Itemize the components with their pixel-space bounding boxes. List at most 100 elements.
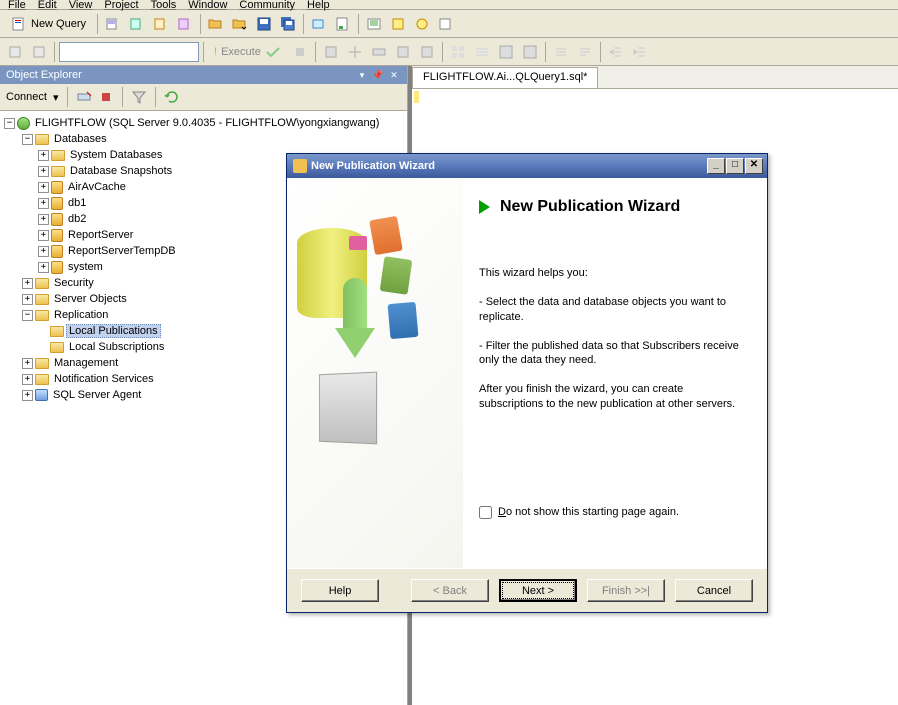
- tree-toggle[interactable]: −: [4, 118, 15, 129]
- tb2-btn-10[interactable]: [495, 41, 517, 63]
- outdent-button[interactable]: [629, 41, 651, 63]
- tree-toggle[interactable]: −: [22, 310, 33, 321]
- tree-system-databases[interactable]: System Databases: [67, 148, 165, 162]
- menu-help[interactable]: Help: [307, 0, 330, 11]
- wizard-intro-text: This wizard helps you:: [479, 266, 749, 281]
- minimize-button[interactable]: _: [707, 158, 725, 174]
- tree-toggle[interactable]: +: [38, 246, 49, 257]
- tb2-btn-5[interactable]: [368, 41, 390, 63]
- tb2-btn-13[interactable]: [574, 41, 596, 63]
- new-query-button[interactable]: New Query: [4, 13, 93, 35]
- tree-security[interactable]: Security: [51, 276, 97, 290]
- tree-reportservertemp[interactable]: ReportServerTempDB: [65, 244, 179, 258]
- tree-toggle[interactable]: +: [22, 358, 33, 369]
- tree-toggle[interactable]: +: [38, 230, 49, 241]
- database-combo[interactable]: [59, 42, 199, 62]
- tree-toggle[interactable]: +: [38, 150, 49, 161]
- tb-btn-8[interactable]: [387, 13, 409, 35]
- menu-community[interactable]: Community: [239, 0, 295, 11]
- tb-btn-9[interactable]: [411, 13, 433, 35]
- tree-server[interactable]: FLIGHTFLOW (SQL Server 9.0.4035 - FLIGHT…: [32, 116, 382, 130]
- dont-show-label[interactable]: DDo not show this starting page again.o …: [498, 506, 679, 518]
- help-button[interactable]: Help: [301, 579, 379, 602]
- tb2-btn-3[interactable]: [320, 41, 342, 63]
- tb2-btn-6[interactable]: [392, 41, 414, 63]
- tb-btn-6[interactable]: [332, 13, 354, 35]
- menu-file[interactable]: File: [8, 0, 26, 11]
- stop-icon: [292, 44, 308, 60]
- tree-airavcache[interactable]: AirAvCache: [65, 180, 129, 194]
- document-tab[interactable]: FLIGHTFLOW.Ai...QLQuery1.sql*: [412, 67, 598, 88]
- open-dropdown[interactable]: [229, 13, 251, 35]
- indent-button[interactable]: [605, 41, 627, 63]
- tb-btn-2[interactable]: [126, 13, 148, 35]
- maximize-button[interactable]: □: [726, 158, 744, 174]
- cancel-button[interactable]: Cancel: [675, 579, 753, 602]
- tree-toggle[interactable]: +: [22, 374, 33, 385]
- stop-button[interactable]: [289, 41, 311, 63]
- tree-toggle[interactable]: +: [22, 294, 33, 305]
- tb-btn-10[interactable]: [435, 13, 457, 35]
- folder-icon: [35, 134, 49, 145]
- menu-edit[interactable]: Edit: [38, 0, 57, 11]
- tree-server-objects[interactable]: Server Objects: [51, 292, 130, 306]
- refresh-icon[interactable]: [164, 89, 180, 105]
- dropdown-icon[interactable]: ▾: [355, 69, 369, 81]
- tb2-btn-7[interactable]: [416, 41, 438, 63]
- tb-btn-4[interactable]: [174, 13, 196, 35]
- tree-system-db[interactable]: system: [65, 260, 106, 274]
- tree-toggle[interactable]: +: [38, 166, 49, 177]
- tree-local-subscriptions[interactable]: Local Subscriptions: [66, 340, 167, 354]
- tree-reportserver[interactable]: ReportServer: [65, 228, 136, 242]
- tree-toggle[interactable]: +: [22, 278, 33, 289]
- check-icon: [265, 44, 281, 60]
- connect-button[interactable]: Connect: [6, 91, 47, 103]
- open-button[interactable]: [205, 13, 227, 35]
- tb-btn-1[interactable]: [102, 13, 124, 35]
- menu-tools[interactable]: Tools: [151, 0, 177, 11]
- tb-btn-5[interactable]: [308, 13, 330, 35]
- next-button[interactable]: Next >: [499, 579, 577, 602]
- tree-replication[interactable]: Replication: [51, 308, 111, 322]
- close-button[interactable]: ✕: [745, 158, 763, 174]
- document-tabs: FLIGHTFLOW.Ai...QLQuery1.sql*: [412, 66, 898, 88]
- tree-toggle[interactable]: +: [38, 262, 49, 273]
- tree-db2[interactable]: db2: [65, 212, 89, 226]
- folder-icon: [35, 294, 49, 305]
- tree-toggle[interactable]: +: [38, 214, 49, 225]
- wizard-titlebar[interactable]: New Publication Wizard _ □ ✕: [287, 154, 767, 178]
- filter-icon[interactable]: [131, 89, 147, 105]
- tree-notification-services[interactable]: Notification Services: [51, 372, 157, 386]
- menu-project[interactable]: Project: [104, 0, 138, 11]
- tree-toggle[interactable]: +: [38, 182, 49, 193]
- tree-sql-server-agent[interactable]: SQL Server Agent: [50, 388, 144, 402]
- tb2-btn-9[interactable]: [471, 41, 493, 63]
- tree-toggle[interactable]: +: [38, 198, 49, 209]
- tree-db-snapshots[interactable]: Database Snapshots: [67, 164, 175, 178]
- tb2-btn-4[interactable]: [344, 41, 366, 63]
- connect-dropdown[interactable]: ▾: [53, 91, 59, 104]
- close-panel-icon[interactable]: ✕: [387, 69, 401, 81]
- tb-btn-3[interactable]: [150, 13, 172, 35]
- tree-toggle[interactable]: −: [22, 134, 33, 145]
- tree-databases[interactable]: Databases: [51, 132, 110, 146]
- tree-db1[interactable]: db1: [65, 196, 89, 210]
- pin-icon[interactable]: 📌: [371, 69, 385, 81]
- save-button[interactable]: [253, 13, 275, 35]
- tb2-btn-8[interactable]: [447, 41, 469, 63]
- menu-window[interactable]: Window: [188, 0, 227, 11]
- menu-view[interactable]: View: [69, 0, 93, 11]
- tb2-btn-1[interactable]: [4, 41, 26, 63]
- tree-toggle[interactable]: +: [22, 390, 33, 401]
- dont-show-checkbox[interactable]: [479, 506, 492, 519]
- disconnect-icon[interactable]: [76, 89, 92, 105]
- tree-local-publications[interactable]: Local Publications: [66, 324, 161, 338]
- tree-management[interactable]: Management: [51, 356, 121, 370]
- tb2-btn-11[interactable]: [519, 41, 541, 63]
- save-all-button[interactable]: [277, 13, 299, 35]
- tb2-btn-12[interactable]: [550, 41, 572, 63]
- tb-btn-7[interactable]: [363, 13, 385, 35]
- tb2-btn-2[interactable]: [28, 41, 50, 63]
- execute-button[interactable]: ! Execute: [208, 42, 287, 62]
- stop-icon-2[interactable]: [98, 89, 114, 105]
